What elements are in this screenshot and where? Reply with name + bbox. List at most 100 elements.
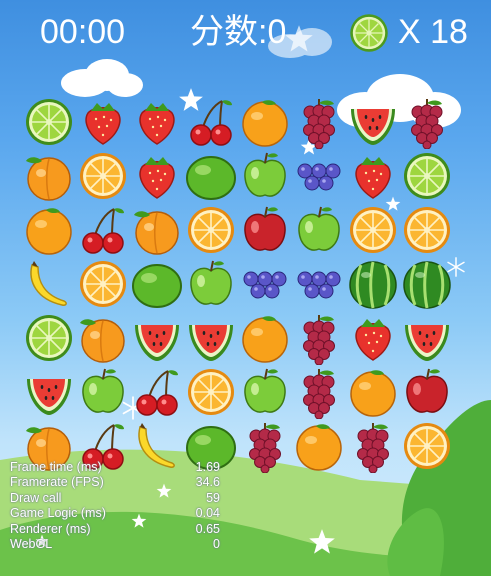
green-apple-icon	[244, 368, 286, 413]
stat-value: 59	[206, 490, 220, 505]
watermelon-icon	[405, 325, 449, 361]
fruit-tile-grapes[interactable]	[292, 311, 346, 365]
fruit-tile-cherry[interactable]	[76, 203, 130, 257]
stat-label: Frame time (ms)	[10, 460, 102, 474]
fruit-tile-watermelon[interactable]	[346, 95, 400, 149]
stat-row: WebGL 0	[10, 537, 220, 552]
lime-icon	[350, 14, 388, 52]
watermelon-whole-icon	[349, 261, 397, 309]
stat-value: 0.65	[195, 521, 220, 536]
fruit-tile-green-apple[interactable]	[76, 365, 130, 419]
watermelon-icon	[135, 325, 179, 361]
timer-display: 00:00	[40, 13, 126, 51]
grapes-icon	[303, 99, 335, 149]
watermelon-icon	[27, 379, 71, 415]
fruit-tile-strawberry[interactable]	[130, 149, 184, 203]
banana-icon	[30, 261, 67, 306]
fruit-tile-orange-slice[interactable]	[346, 203, 400, 257]
fruit-tile-cherry[interactable]	[184, 95, 238, 149]
fruit-tile-watermelon[interactable]	[184, 311, 238, 365]
fruit-tile-blueberry[interactable]	[238, 257, 292, 311]
fruit-tile-lime-whole[interactable]	[130, 257, 184, 311]
stat-label: WebGL	[10, 536, 53, 551]
stat-value: 0	[213, 536, 220, 551]
peach-icon	[80, 319, 125, 363]
stat-label: Game Logic (ms)	[10, 506, 106, 521]
fruit-tile-orange-slice[interactable]	[76, 257, 130, 311]
fruit-tile-red-apple[interactable]	[400, 365, 454, 419]
fruit-tile-grapes[interactable]	[400, 95, 454, 149]
grapes-icon	[411, 99, 443, 149]
fruit-tile-blueberry[interactable]	[292, 149, 346, 203]
orange-slice-icon	[80, 261, 126, 307]
fruit-tile-orange-slice[interactable]	[76, 149, 130, 203]
fruit-tile-lime[interactable]	[22, 95, 76, 149]
lime-icon	[26, 315, 72, 361]
fruit-tile-grapes[interactable]	[238, 419, 292, 473]
fruit-tile-watermelon[interactable]	[22, 365, 76, 419]
fruit-tile-strawberry[interactable]	[76, 95, 130, 149]
fruit-tile-grapes[interactable]	[292, 95, 346, 149]
fruit-tile-strawberry[interactable]	[346, 311, 400, 365]
green-apple-icon	[244, 152, 286, 197]
fruit-tile-green-apple[interactable]	[238, 365, 292, 419]
fruit-tile-grapes[interactable]	[292, 365, 346, 419]
watermelon-icon	[189, 325, 233, 361]
cherry-icon	[136, 370, 178, 416]
fruit-tile-orange-slice[interactable]	[184, 365, 238, 419]
fruit-tile-green-apple[interactable]	[238, 149, 292, 203]
stat-row: Draw call 59	[10, 491, 220, 506]
stat-row: Frame time (ms) 1.69	[10, 460, 220, 475]
cherry-icon	[82, 208, 124, 254]
fruit-tile-red-apple[interactable]	[238, 203, 292, 257]
fruit-tile-peach[interactable]	[130, 203, 184, 257]
fruit-tile-cherry[interactable]	[130, 365, 184, 419]
fruit-tile-orange[interactable]	[238, 311, 292, 365]
fruit-tile-green-apple[interactable]	[184, 257, 238, 311]
fruit-tile-orange-slice[interactable]	[184, 203, 238, 257]
strawberry-icon	[139, 103, 175, 145]
stat-label: Renderer (ms)	[10, 521, 91, 536]
fruit-tile-grapes[interactable]	[346, 419, 400, 473]
lime-whole-icon	[186, 156, 236, 200]
lime-icon	[404, 153, 450, 199]
fruit-tile-strawberry[interactable]	[346, 149, 400, 203]
orange-slice-icon	[80, 153, 126, 199]
fruit-tile-blueberry[interactable]	[292, 257, 346, 311]
grapes-icon	[357, 423, 389, 473]
strawberry-icon	[355, 157, 391, 199]
grapes-icon	[249, 423, 281, 473]
red-apple-icon	[244, 206, 286, 251]
score-display: 分数:0	[190, 13, 287, 51]
green-apple-icon	[190, 260, 232, 305]
orange-slice-icon	[404, 207, 450, 253]
fruit-tile-watermelon-whole[interactable]	[400, 257, 454, 311]
fruit-tile-watermelon-whole[interactable]	[346, 257, 400, 311]
fruit-tile-green-apple[interactable]	[292, 203, 346, 257]
fruit-tile-orange[interactable]	[292, 419, 346, 473]
fruit-tile-orange-slice[interactable]	[400, 419, 454, 473]
stat-value: 0.04	[195, 506, 220, 521]
fruit-tile-lime[interactable]	[400, 149, 454, 203]
grapes-icon	[303, 315, 335, 365]
blueberry-icon	[243, 271, 287, 299]
fruit-tile-orange-slice[interactable]	[400, 203, 454, 257]
fruit-board[interactable]	[22, 95, 454, 473]
lime-icon	[26, 99, 72, 145]
strawberry-icon	[139, 157, 175, 199]
fruit-tile-banana[interactable]	[22, 257, 76, 311]
fruit-tile-orange[interactable]	[238, 95, 292, 149]
stat-label: Draw call	[10, 490, 62, 505]
debug-stats-panel: Frame time (ms) 1.69 Framerate (FPS) 34.6 Dr…	[10, 460, 220, 552]
fruit-tile-peach[interactable]	[22, 149, 76, 203]
fruit-tile-watermelon[interactable]	[130, 311, 184, 365]
fruit-tile-orange[interactable]	[346, 365, 400, 419]
orange-icon	[242, 316, 288, 363]
fruit-tile-lime[interactable]	[22, 311, 76, 365]
fruit-tile-lime-whole[interactable]	[184, 149, 238, 203]
fruit-tile-peach[interactable]	[76, 311, 130, 365]
fruit-tile-orange[interactable]	[22, 203, 76, 257]
fruit-tile-strawberry[interactable]	[130, 95, 184, 149]
fruit-tile-watermelon[interactable]	[400, 311, 454, 365]
game-stage[interactable]: 00:00 分数:0 X 18 Frame time (ms) 1.69 Frame…	[0, 0, 491, 576]
